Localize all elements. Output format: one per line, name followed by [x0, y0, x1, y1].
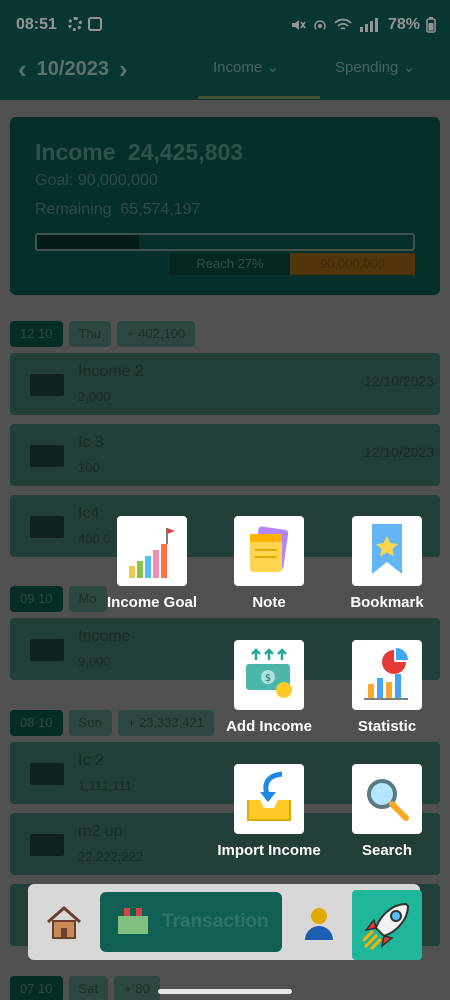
gesture-bar[interactable]: [158, 989, 292, 994]
menu-income-goal-label: Income Goal: [106, 594, 198, 611]
menu-add-income[interactable]: $ Add Income: [209, 640, 329, 735]
rocket-icon: [362, 902, 410, 950]
nav-transaction-label: Transaction: [162, 911, 269, 932]
svg-text:$: $: [265, 673, 271, 684]
menu-import-income[interactable]: Import Income: [209, 764, 329, 859]
menu-note-label: Note: [252, 594, 286, 611]
nav-profile[interactable]: [302, 906, 336, 947]
menu-import-income-label: Import Income: [217, 842, 321, 859]
bookmark-icon: [372, 524, 402, 574]
menu-bookmark-label: Bookmark: [350, 594, 424, 611]
statistic-icon: [364, 648, 408, 700]
import-income-icon: [247, 771, 291, 821]
menu-statistic[interactable]: Statistic: [327, 640, 447, 735]
nav-home[interactable]: [44, 904, 84, 945]
home-icon: [47, 906, 81, 939]
quick-menu-button[interactable]: [352, 890, 422, 960]
search-icon: [367, 779, 409, 821]
bottom-navigation: Transaction: [28, 884, 422, 960]
menu-income-goal[interactable]: Income Goal: [92, 516, 212, 611]
transaction-icon: [118, 908, 148, 934]
menu-bookmark[interactable]: Bookmark: [327, 516, 447, 611]
note-icon: [250, 526, 289, 572]
menu-statistic-label: Statistic: [357, 718, 417, 735]
user-icon: [305, 908, 333, 940]
menu-add-income-label: Add Income: [226, 718, 312, 735]
nav-transaction[interactable]: Transaction: [100, 892, 282, 952]
menu-search-label: Search: [361, 842, 413, 859]
menu-search[interactable]: Search: [327, 764, 447, 859]
add-income-icon: $: [246, 648, 292, 698]
menu-note[interactable]: Note: [209, 516, 329, 611]
income-goal-icon: [129, 528, 175, 578]
